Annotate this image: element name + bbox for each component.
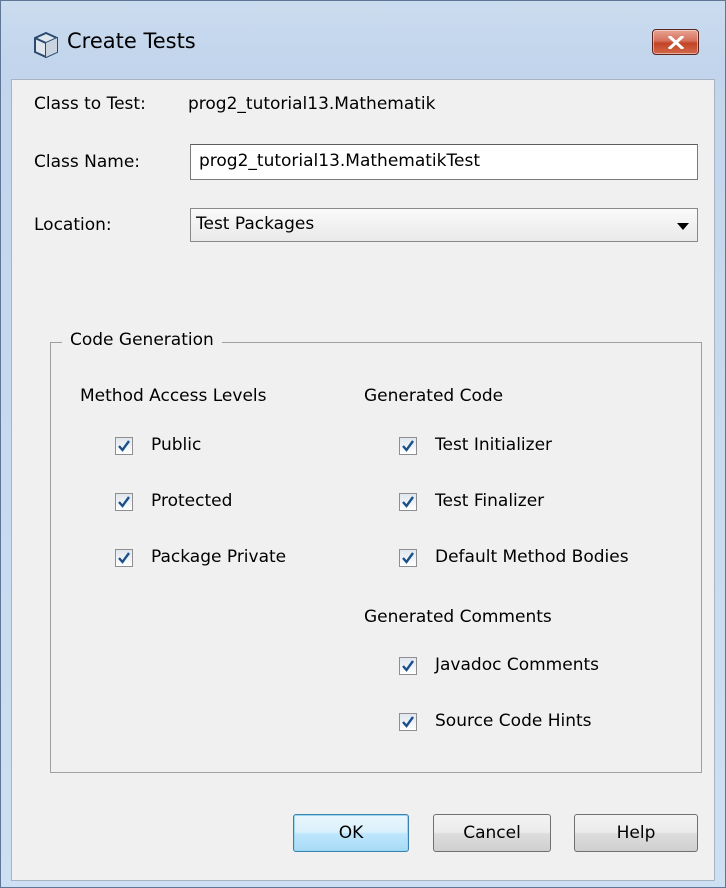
class-to-test-label: Class to Test: — [34, 94, 146, 114]
location-selected-value: Test Packages — [196, 214, 315, 234]
code-generation-legend: Code Generation — [62, 330, 222, 350]
checkmark-icon — [402, 660, 414, 672]
method-access-heading: Method Access Levels — [80, 386, 267, 406]
test-finalizer-label[interactable]: Test Finalizer — [435, 491, 544, 511]
window-title: Create Tests — [67, 29, 196, 53]
checkmark-icon — [402, 496, 414, 508]
default-method-bodies-label[interactable]: Default Method Bodies — [435, 547, 629, 567]
dialog-content: Class to Test: prog2_tutorial13.Mathemat… — [11, 79, 715, 881]
checkmark-icon — [402, 552, 414, 564]
chevron-down-icon — [677, 223, 689, 230]
test-initializer-label[interactable]: Test Initializer — [435, 435, 552, 455]
javadoc-comments-label[interactable]: Javadoc Comments — [435, 655, 599, 675]
package-private-label[interactable]: Package Private — [151, 547, 286, 567]
default-method-bodies-checkbox[interactable] — [399, 549, 417, 567]
class-to-test-value: prog2_tutorial13.Mathematik — [188, 94, 436, 114]
public-checkbox[interactable] — [115, 437, 133, 455]
javadoc-comments-checkbox[interactable] — [399, 657, 417, 675]
help-button[interactable]: Help — [574, 814, 698, 852]
test-finalizer-checkbox[interactable] — [399, 493, 417, 511]
ok-button[interactable]: OK — [293, 814, 409, 852]
class-name-label: Class Name: — [34, 152, 141, 172]
generated-code-heading: Generated Code — [364, 386, 504, 406]
close-button[interactable] — [652, 29, 699, 55]
class-name-input[interactable]: prog2_tutorial13.MathematikTest — [190, 144, 698, 180]
test-initializer-checkbox[interactable] — [399, 437, 417, 455]
checkmark-icon — [402, 440, 414, 452]
protected-label[interactable]: Protected — [151, 491, 232, 511]
generated-comments-heading: Generated Comments — [364, 607, 552, 627]
create-tests-dialog: Create Tests Class to Test: prog2_tutori… — [0, 0, 726, 888]
checkmark-icon — [118, 496, 130, 508]
checkmark-icon — [118, 440, 130, 452]
checkmark-icon — [402, 716, 414, 728]
protected-checkbox[interactable] — [115, 493, 133, 511]
close-icon — [668, 36, 684, 49]
public-label[interactable]: Public — [151, 435, 201, 455]
source-code-hints-label[interactable]: Source Code Hints — [435, 711, 592, 731]
title-bar[interactable]: Create Tests — [1, 1, 725, 79]
source-code-hints-checkbox[interactable] — [399, 713, 417, 731]
location-label: Location: — [34, 215, 112, 235]
package-private-checkbox[interactable] — [115, 549, 133, 567]
cancel-button[interactable]: Cancel — [433, 814, 551, 852]
checkmark-icon — [118, 552, 130, 564]
cube-icon — [34, 31, 58, 59]
location-dropdown[interactable]: Test Packages — [190, 208, 698, 242]
